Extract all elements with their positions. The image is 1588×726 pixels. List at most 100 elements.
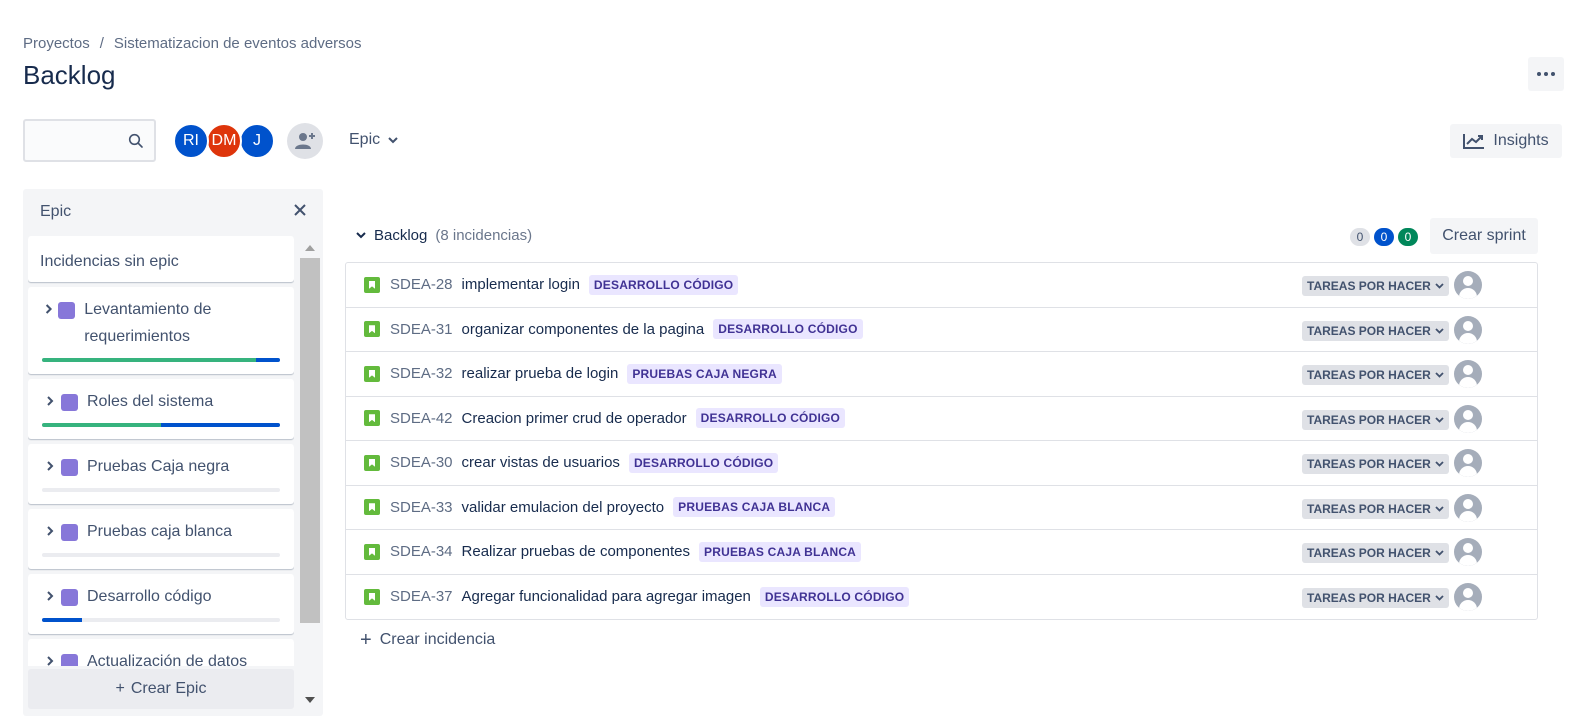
chevron-right-icon[interactable] xyxy=(42,303,55,315)
issue-epic-lozenge: DESARROLLO CÓDIGO xyxy=(588,274,739,295)
epic-progress-bar xyxy=(42,618,280,622)
epic-card-row: Desarrollo código xyxy=(42,587,280,610)
assignee-avatar[interactable] xyxy=(1454,315,1482,344)
breadcrumb-projects[interactable]: Proyectos xyxy=(23,35,90,52)
epic-color-swatch xyxy=(61,394,78,411)
epic-no-epic-item[interactable]: Incidencias sin epic xyxy=(28,236,294,282)
epic-card[interactable]: Roles del sistema xyxy=(28,379,294,439)
avatar[interactable]: J xyxy=(239,123,275,159)
issue-epic-lozenge: DESARROLLO CÓDIGO xyxy=(713,319,863,340)
issue-row[interactable]: SDEA-30 crear vistas de usuarios DESARROLL… xyxy=(346,441,1537,486)
chevron-right-icon[interactable] xyxy=(42,395,58,407)
epic-list-scrollbar[interactable] xyxy=(300,240,320,710)
page-title: Backlog xyxy=(23,60,116,90)
issue-status-dropdown[interactable]: TAREAS POR HACER xyxy=(1302,365,1449,385)
chevron-right-icon[interactable] xyxy=(42,460,58,472)
chevron-right-icon[interactable] xyxy=(42,655,58,666)
issue-key[interactable]: SDEA-33 xyxy=(390,499,453,516)
issue-epic-lozenge: PRUEBAS CAJA BLANCA xyxy=(699,541,862,562)
create-epic-button[interactable]: + Crear Epic xyxy=(28,669,294,709)
issue-epic-lozenge: DESARROLLO CÓDIGO xyxy=(628,452,779,473)
issue-status-dropdown[interactable]: TAREAS POR HACER xyxy=(1302,587,1449,608)
assignee-avatar[interactable] xyxy=(1454,449,1482,477)
search-icon xyxy=(128,133,143,148)
issue-status-label: TAREAS POR HACER xyxy=(1307,368,1431,382)
epic-card[interactable]: Desarrollo código xyxy=(28,574,294,634)
issue-status-dropdown[interactable]: TAREAS POR HACER xyxy=(1302,276,1449,296)
issue-status-dropdown[interactable]: TAREAS POR HACER xyxy=(1302,543,1449,563)
epic-name: Roles del sistema xyxy=(87,393,214,410)
more-icon xyxy=(1537,72,1541,76)
breadcrumb-project[interactable]: Sistematizacion de eventos adversos xyxy=(114,35,362,52)
issue-row[interactable]: SDEA-28 implementar login DESARROLLO CÓDIG… xyxy=(346,263,1537,308)
issue-status-dropdown[interactable]: TAREAS POR HACER xyxy=(1302,320,1449,341)
epic-progress-in-progress xyxy=(256,358,280,362)
epic-name: Pruebas Caja negra xyxy=(87,458,230,475)
issue-row[interactable]: SDEA-42 Creacion primer crud de operador D… xyxy=(346,397,1537,441)
issue-summary: implementar login xyxy=(461,276,580,294)
issue-status-dropdown[interactable]: TAREAS POR HACER xyxy=(1302,409,1449,430)
epic-color-swatch xyxy=(61,589,78,606)
epic-list: Incidencias sin epic Levantamiento de re… xyxy=(28,236,294,666)
issue-summary: validar emulacion del proyecto xyxy=(461,498,665,516)
issue-key[interactable]: SDEA-42 xyxy=(390,410,453,427)
search-input[interactable] xyxy=(25,121,120,160)
issue-row[interactable]: SDEA-32 realizar prueba de login PRUEBAS C… xyxy=(346,352,1537,397)
assignee-avatar[interactable] xyxy=(1454,360,1482,388)
backlog-header[interactable]: Backlog (8 incidencias) xyxy=(356,227,532,244)
issue-key[interactable]: SDEA-34 xyxy=(390,543,453,560)
epic-card-row: Levantamiento de requerimientos xyxy=(42,300,280,350)
epic-card[interactable]: Pruebas Caja negra xyxy=(28,444,294,504)
epic-name: Levantamiento de requerimientos xyxy=(84,301,212,345)
scrollbar-thumb[interactable] xyxy=(300,258,320,623)
issue-key[interactable]: SDEA-31 xyxy=(390,321,453,338)
story-point-badge: 0 xyxy=(1350,228,1370,246)
backlog-name: Backlog xyxy=(374,227,428,244)
epic-card[interactable]: Pruebas caja blanca xyxy=(28,509,294,569)
avatar[interactable]: DM xyxy=(206,123,242,159)
assignee-avatar[interactable] xyxy=(1454,538,1482,566)
create-issue-button[interactable]: + Crear incidencia xyxy=(360,630,496,650)
epic-filter-dropdown[interactable]: Epic xyxy=(349,131,398,149)
epic-card-row: Actualización de datos xyxy=(42,652,280,666)
epic-panel: Epic Incidencias sin epic Levantamiento … xyxy=(23,189,323,716)
assignee-avatar[interactable] xyxy=(1454,404,1482,433)
more-actions-button[interactable] xyxy=(1528,57,1564,91)
assignee-avatar[interactable] xyxy=(1454,582,1482,611)
scroll-up-arrow[interactable] xyxy=(305,245,315,251)
chevron-right-icon[interactable] xyxy=(42,590,58,602)
issue-status-dropdown[interactable]: TAREAS POR HACER xyxy=(1302,498,1449,519)
add-person-button[interactable] xyxy=(287,123,323,159)
create-epic-label: Crear Epic xyxy=(130,680,207,697)
chevron-right-icon[interactable] xyxy=(42,525,58,537)
close-icon[interactable] xyxy=(293,203,307,217)
issue-row[interactable]: SDEA-33 validar emulacion del proyecto PRU… xyxy=(346,486,1537,530)
create-sprint-button[interactable]: Crear sprint xyxy=(1430,218,1538,254)
issue-status-dropdown[interactable]: TAREAS POR HACER xyxy=(1302,454,1449,474)
chevron-down-icon xyxy=(1435,283,1444,289)
issue-key[interactable]: SDEA-32 xyxy=(390,365,453,382)
assignee-avatar[interactable] xyxy=(1454,493,1482,522)
assignee-avatar[interactable] xyxy=(1454,271,1482,299)
issue-row[interactable]: SDEA-34 Realizar pruebas de componentes PR… xyxy=(346,530,1537,575)
epic-filter-label: Epic xyxy=(349,131,381,148)
story-icon xyxy=(364,276,380,293)
epic-name: Desarrollo código xyxy=(87,588,212,605)
issue-status-label: TAREAS POR HACER xyxy=(1307,546,1431,560)
scroll-down-arrow[interactable] xyxy=(305,697,315,703)
epic-progress-in-progress xyxy=(42,618,83,622)
epic-card[interactable]: Actualización de datos xyxy=(28,639,294,666)
issue-key[interactable]: SDEA-28 xyxy=(390,276,453,293)
chevron-down-icon xyxy=(1435,372,1444,378)
issue-key[interactable]: SDEA-37 xyxy=(390,588,453,605)
create-issue-label: Crear incidencia xyxy=(379,631,496,648)
issue-row[interactable]: SDEA-37 Agregar funcionalidad para agrega… xyxy=(346,575,1537,620)
issue-row[interactable]: SDEA-31 organizar componentes de la pagin… xyxy=(346,308,1537,352)
issue-status-label: TAREAS POR HACER xyxy=(1307,323,1431,338)
avatar[interactable]: RI xyxy=(173,123,209,159)
epic-card[interactable]: Levantamiento de requerimientos xyxy=(28,287,294,374)
issue-key[interactable]: SDEA-30 xyxy=(390,454,453,471)
issue-summary: crear vistas de usuarios xyxy=(461,454,620,472)
insights-button[interactable]: Insights xyxy=(1450,124,1562,158)
issue-status-label: TAREAS POR HACER xyxy=(1307,590,1431,605)
